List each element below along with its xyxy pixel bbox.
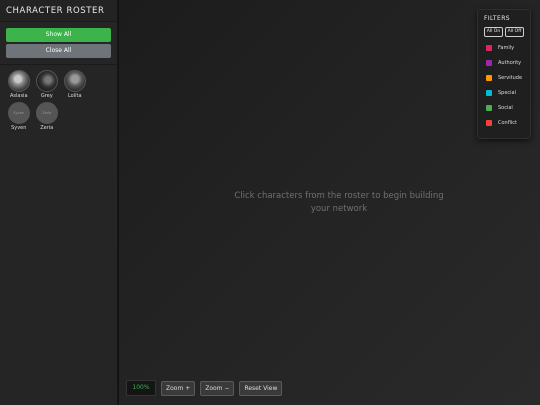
close-all-button[interactable]: Close All bbox=[6, 44, 111, 58]
filter-label: Servitude bbox=[498, 74, 523, 81]
filter-label: Authority bbox=[498, 59, 522, 66]
character-zeria[interactable]: Zeria Zeria bbox=[33, 102, 61, 131]
avatar: Syven bbox=[7, 102, 30, 124]
filter-special[interactable]: Special bbox=[484, 85, 530, 100]
filter-servitude[interactable]: Servitude bbox=[484, 70, 530, 85]
social-color-swatch bbox=[486, 104, 492, 111]
character-roster-sidebar: CHARACTER ROSTER Show All Close All Asla… bbox=[0, 0, 118, 405]
filter-family[interactable]: Family bbox=[484, 40, 530, 55]
servitude-color-swatch bbox=[486, 74, 492, 81]
family-color-swatch bbox=[486, 44, 492, 51]
character-grey[interactable]: Grey bbox=[33, 70, 61, 99]
avatar bbox=[7, 70, 30, 92]
zoom-level-indicator: 100% bbox=[126, 380, 156, 396]
character-aslasia[interactable]: Aslasia bbox=[5, 70, 33, 99]
filter-conflict[interactable]: Conflict bbox=[484, 115, 530, 130]
character-roster: Aslasia Grey Lolita Syven Syven Zeria Ze… bbox=[0, 65, 117, 134]
filter-list: Family Authority Servitude Special Socia… bbox=[484, 40, 530, 130]
filter-social[interactable]: Social bbox=[484, 100, 530, 115]
filter-label: Social bbox=[498, 104, 513, 111]
filters-title: FILTERS bbox=[484, 15, 510, 22]
filters-panel: FILTERS All On All Off Family Authority … bbox=[477, 9, 531, 139]
character-lolita[interactable]: Lolita bbox=[61, 70, 89, 99]
character-name: Grey bbox=[40, 93, 53, 99]
filter-label: Conflict bbox=[498, 119, 517, 126]
authority-color-swatch bbox=[486, 59, 492, 66]
reset-view-button[interactable]: Reset View bbox=[239, 380, 283, 396]
avatar: Zeria bbox=[35, 102, 58, 124]
character-name: Syven bbox=[11, 125, 27, 131]
all-off-button[interactable]: All Off bbox=[505, 27, 524, 37]
avatar bbox=[63, 70, 86, 92]
empty-canvas-message: Click characters from the roster to begi… bbox=[234, 191, 444, 214]
conflict-color-swatch bbox=[486, 119, 492, 126]
character-name: Aslasia bbox=[9, 93, 28, 99]
special-color-swatch bbox=[486, 89, 492, 96]
zoom-in-button[interactable]: Zoom + bbox=[161, 380, 196, 396]
zoom-controls: 100% Zoom + Zoom − Reset View bbox=[126, 380, 287, 396]
filter-label: Family bbox=[498, 44, 515, 51]
character-syven[interactable]: Syven Syven bbox=[5, 102, 33, 131]
filter-authority[interactable]: Authority bbox=[484, 55, 530, 70]
show-all-button[interactable]: Show All bbox=[6, 28, 111, 42]
character-name: Lolita bbox=[67, 93, 82, 99]
character-name: Zeria bbox=[40, 125, 54, 131]
avatar bbox=[35, 70, 58, 92]
app-window: CHARACTER ROSTER Show All Close All Asla… bbox=[0, 0, 540, 405]
all-on-button[interactable]: All On bbox=[484, 27, 503, 37]
filter-label: Special bbox=[498, 89, 517, 96]
sidebar-title: CHARACTER ROSTER bbox=[0, 0, 117, 22]
filter-toggle-group: All On All Off bbox=[484, 27, 530, 37]
zoom-out-button[interactable]: Zoom − bbox=[200, 380, 235, 396]
